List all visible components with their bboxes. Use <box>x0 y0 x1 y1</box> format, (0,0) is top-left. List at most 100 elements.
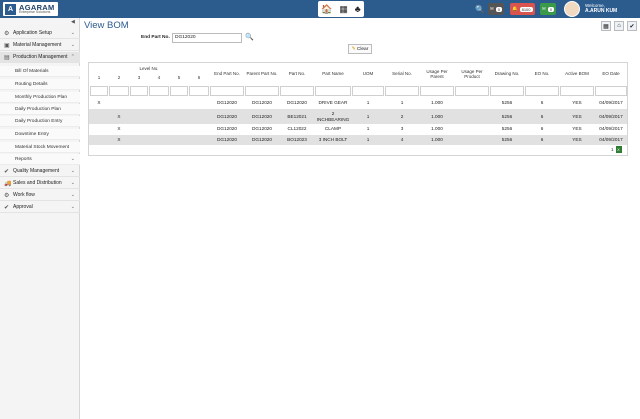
cell-end-part-no: DG12020 <box>216 137 238 143</box>
column-header: Part Name <box>322 71 344 77</box>
grid-apps-icon[interactable]: ▦ <box>339 4 348 14</box>
cell-eo-date: 04/09/2017 <box>599 137 623 143</box>
modules-icon[interactable]: ♣ <box>355 4 361 14</box>
clear-button[interactable]: ✎ Clear <box>348 44 372 54</box>
check-icon[interactable]: ✔ <box>627 21 637 31</box>
table-row[interactable]: X DG12020 DG12020 BO12023 3 INCH BOLT 1 … <box>89 135 627 145</box>
filter-level-5[interactable] <box>170 86 188 96</box>
app-switcher: 🏠 ▦ ♣ <box>318 1 364 17</box>
workflow-icon: ⚙ <box>4 192 10 199</box>
sidebar-item-application-setup[interactable]: ⚙ Application Setup ⌄ <box>0 28 80 39</box>
cell-drawing-no: 5256 <box>501 100 513 106</box>
filter-level-4[interactable] <box>149 86 169 96</box>
column-header: Active BOM <box>565 71 589 77</box>
filter-end-part-no[interactable] <box>210 86 244 96</box>
sidebar-subitem-reports[interactable]: Reports ⌄ <box>0 154 80 165</box>
filter-serial-no[interactable] <box>385 86 419 96</box>
cell-active-bom: YES <box>572 126 582 132</box>
sidebar-subitem-daily-production-entry[interactable]: Daily Production Entry <box>0 116 80 127</box>
avatar[interactable] <box>564 1 580 17</box>
pager: 1 X <box>611 146 622 153</box>
cell-usage-per-parent: 1.000 <box>431 100 443 106</box>
home-icon[interactable]: 🏠 <box>321 4 332 14</box>
column-header: Usage Per Product <box>461 68 483 79</box>
cell-serial-no: 4 <box>400 137 404 143</box>
filter-usage-per-product[interactable] <box>455 86 489 96</box>
table-row[interactable]: X DG12020 DG12020 CL12022 CLAMP 1 3 1.00… <box>89 124 627 134</box>
filter-part-name[interactable] <box>315 86 351 96</box>
excel-export-icon[interactable]: X <box>615 146 622 153</box>
filter-eo-no[interactable] <box>525 86 559 96</box>
filter-level-3[interactable] <box>130 86 148 96</box>
home-icon[interactable]: ⌂ <box>614 21 624 31</box>
filter-uom[interactable] <box>352 86 384 96</box>
page-number[interactable]: 1 <box>611 147 614 152</box>
table-row[interactable]: X DG12020 DG12020 BE12021 2 INCHBEARING … <box>89 109 627 124</box>
brand-tagline: Enterprise Solutions <box>19 10 51 14</box>
filter-drawing-no[interactable] <box>490 86 524 96</box>
sidebar-item-approval[interactable]: ✔ Approval ⌄ <box>0 202 80 213</box>
inbox-count: 0 <box>547 6 555 12</box>
envelope-icon: ✉ <box>542 6 546 11</box>
search-icon[interactable]: 🔍 <box>245 33 254 41</box>
chevron-down-icon: ⌄ <box>70 192 75 198</box>
collapse-sidebar-icon[interactable]: ◀ <box>71 19 75 25</box>
factory-icon: ▤ <box>4 54 10 61</box>
sidebar-item-production-management[interactable]: ▤ Production Management ⌃ <box>0 52 80 63</box>
sidebar-item-quality-management[interactable]: ✔ Quality Management ⌄ <box>0 166 80 177</box>
filter-parent-part-no[interactable] <box>245 86 279 96</box>
notifications-badge[interactable]: 🔔 8100 <box>510 3 535 15</box>
level-header: 6 <box>197 75 201 81</box>
table-row[interactable]: X DG12020 DG12020 DG12020 DRIVE GEAR 1 1… <box>89 98 627 108</box>
cell-eo-no: 6 <box>540 126 544 132</box>
cell-eo-no: 6 <box>540 100 544 106</box>
filter-usage-per-parent[interactable] <box>420 86 454 96</box>
grid-view-icon[interactable]: ▦ <box>601 21 611 31</box>
cell-eo-no: 6 <box>540 113 544 119</box>
messages-badge[interactable]: ✉ 0 <box>488 3 505 15</box>
cell-uom: 1 <box>366 100 370 106</box>
sidebar-subitem-downtime-entry[interactable]: Downtime Entry <box>0 129 80 140</box>
filter-level-1[interactable] <box>90 86 108 96</box>
user-menu[interactable]: Welcome, A.ARUN KUM <box>585 3 617 14</box>
cell-part-no: BE12021 <box>287 113 307 119</box>
filter-level-6[interactable] <box>189 86 209 96</box>
cell-parent-part-no: DG12020 <box>251 113 273 119</box>
sidebar-item-work-flow[interactable]: ⚙ Work flow ⌄ <box>0 190 80 201</box>
sidebar-item-label: Material Management <box>13 42 62 48</box>
search-icon[interactable]: 🔍 <box>474 3 486 15</box>
cell-drawing-no: 5256 <box>501 137 513 143</box>
level-header: 3 <box>137 75 141 81</box>
broom-icon: ✎ <box>351 46 356 52</box>
sidebar-item-material-management[interactable]: ▣ Material Management ⌄ <box>0 40 80 51</box>
filter-level-2[interactable] <box>109 86 129 96</box>
sidebar-subitem-routing-details[interactable]: Routing Details <box>0 79 80 90</box>
gear-icon: ⚙ <box>4 30 10 37</box>
cell-parent-part-no: DG12020 <box>251 100 273 106</box>
filter-eo-date[interactable] <box>595 86 627 96</box>
cell-eo-date: 04/09/2017 <box>599 113 623 119</box>
check-icon: ✔ <box>4 168 10 175</box>
cell-usage-per-product <box>455 135 489 145</box>
column-header: Parent Part No. <box>246 71 278 77</box>
cell-part-no: BO12023 <box>287 137 307 143</box>
filter-active-bom[interactable] <box>560 86 594 96</box>
truck-icon: 🚚 <box>4 180 12 187</box>
column-header: UOM <box>362 71 374 77</box>
end-part-no-input[interactable]: DG12020 <box>172 33 242 43</box>
sidebar-subitem-monthly-production-plan[interactable]: Monthly Production Plan <box>0 92 80 103</box>
sidebar-item-label: Production Management <box>13 54 68 60</box>
inbox-badge[interactable]: ✉ 0 <box>540 3 557 15</box>
filter-part-no[interactable] <box>280 86 314 96</box>
logo[interactable]: A AGARAM Enterprise Solutions <box>3 2 58 16</box>
sidebar-item-label: Work flow <box>13 192 35 198</box>
sidebar-item-sales-and-distribution[interactable]: 🚚 Sales and Distribution ⌄ <box>0 178 80 189</box>
cell-serial-no: 1 <box>400 100 404 106</box>
sidebar-subitem-daily-production-plan[interactable]: Daily Production Plan <box>0 104 80 115</box>
level-no-header: Level No. <box>139 66 159 72</box>
sidebar-subitem-bill-of-materials[interactable]: Bill Of Materials <box>0 66 80 77</box>
level-header: 4 <box>157 75 161 81</box>
sidebar-item-label: Approval <box>13 204 33 210</box>
sidebar-subitem-material-stock-movement[interactable]: Material Stock Movement <box>0 142 80 153</box>
clear-label: Clear <box>356 46 369 52</box>
